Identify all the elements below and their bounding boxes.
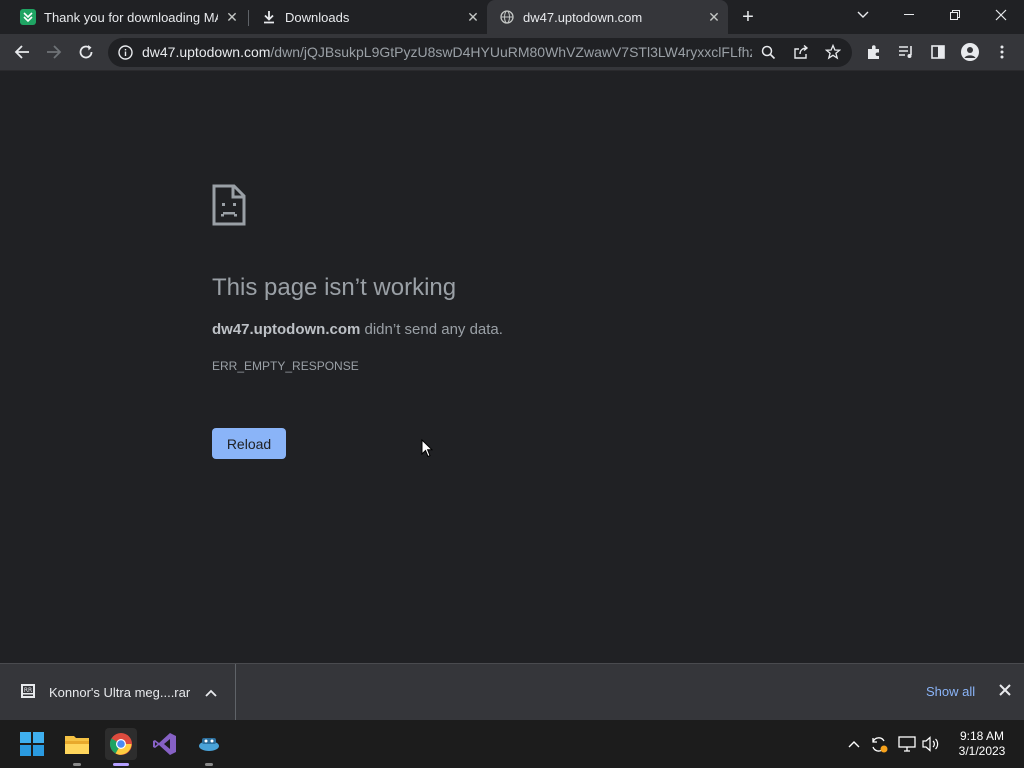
visual-studio-icon[interactable]	[149, 728, 181, 760]
tab-downloads[interactable]: Downloads ✕	[241, 0, 487, 34]
tab-title: Thank you for downloading MAS	[44, 9, 218, 25]
tab-search-chevron-icon[interactable]	[840, 0, 886, 30]
tray-chevron-up-icon[interactable]	[843, 734, 865, 754]
bookmark-star-icon[interactable]	[824, 43, 842, 65]
site-info-icon[interactable]	[118, 45, 133, 65]
download-item[interactable]: RR Konnor's Ultra meg....rar	[0, 664, 236, 720]
clock-date: 3/1/2023	[958, 744, 1006, 758]
close-icon[interactable]: ✕	[706, 9, 722, 25]
address-path: /dwn/jQJBsukpL9GtPyzU8swD4HYUuRM80WhVZwa…	[270, 44, 752, 60]
screen: Thank you for downloading MAS ✕ Download…	[0, 0, 1024, 768]
media-control-icon[interactable]	[892, 38, 920, 66]
side-panel-icon[interactable]	[924, 38, 952, 66]
error-title: This page isn’t working	[212, 274, 457, 301]
address-url[interactable]: dw47.uptodown.com/dwn/jQJBsukpL9GtPyzU8s…	[142, 44, 752, 60]
download-icon	[261, 9, 277, 25]
reload-button[interactable]: Reload	[212, 428, 286, 459]
taskbar: 9:18 AM 3/1/2023	[0, 720, 1024, 768]
window-close-icon[interactable]	[978, 0, 1024, 30]
back-arrow-icon[interactable]	[8, 38, 36, 66]
download-file-name: Konnor's Ultra meg....rar	[49, 685, 191, 700]
error-message: dw47.uptodown.com didn’t send any data.	[212, 321, 503, 338]
browser-toolbar: dw47.uptodown.com/dwn/jQJBsukpL9GtPyzU8s…	[0, 34, 1024, 71]
uptodown-favicon-icon	[20, 9, 36, 25]
address-bar[interactable]: dw47.uptodown.com/dwn/jQJBsukpL9GtPyzU8s…	[108, 38, 852, 67]
close-icon[interactable]	[998, 683, 1012, 702]
windows-start-icon[interactable]	[16, 728, 48, 760]
sync-alert-icon[interactable]	[868, 734, 890, 754]
error-host: dw47.uptodown.com	[212, 321, 361, 338]
mouse-cursor-icon	[421, 438, 434, 463]
app-icon[interactable]	[193, 728, 225, 766]
tab-thank-you[interactable]: Thank you for downloading MAS ✕	[0, 0, 246, 34]
network-icon[interactable]	[896, 734, 918, 754]
kebab-menu-icon[interactable]	[988, 38, 1016, 66]
tab-title: dw47.uptodown.com	[523, 9, 643, 25]
search-icon[interactable]	[761, 45, 776, 65]
error-page: This page isn’t working dw47.uptodown.co…	[0, 71, 1024, 663]
rar-file-icon: RR	[20, 683, 36, 704]
taskbar-indicator	[205, 763, 213, 766]
system-clock[interactable]: 9:18 AM 3/1/2023	[950, 729, 1014, 759]
address-host: dw47.uptodown.com	[142, 44, 271, 60]
tab-title: Downloads	[285, 9, 350, 25]
file-explorer-icon[interactable]	[61, 728, 93, 766]
error-message-text: didn’t send any data.	[360, 321, 503, 338]
sad-page-icon	[212, 184, 246, 231]
extensions-puzzle-icon[interactable]	[860, 38, 888, 66]
reload-icon[interactable]	[72, 38, 100, 66]
clock-time: 9:18 AM	[959, 729, 1005, 743]
error-code[interactable]: ERR_EMPTY_RESPONSE	[212, 359, 359, 373]
tab-strip: Thank you for downloading MAS ✕ Download…	[0, 0, 1024, 34]
chevron-up-icon[interactable]	[205, 684, 217, 702]
tab-dw47[interactable]: dw47.uptodown.com ✕	[487, 0, 728, 34]
close-icon[interactable]: ✕	[465, 9, 481, 25]
close-icon[interactable]: ✕	[224, 9, 240, 25]
show-all-link[interactable]: Show all	[926, 684, 975, 699]
share-icon[interactable]	[793, 44, 809, 65]
chrome-icon[interactable]	[105, 728, 137, 766]
taskbar-indicator	[73, 763, 81, 766]
new-tab-button[interactable]: +	[737, 6, 759, 28]
volume-icon[interactable]	[920, 734, 942, 754]
restore-icon[interactable]	[932, 0, 978, 30]
profile-avatar-icon[interactable]	[956, 38, 984, 66]
svg-text:RR: RR	[24, 687, 32, 694]
minimize-icon[interactable]	[886, 0, 932, 30]
globe-icon	[499, 9, 515, 25]
forward-arrow-icon[interactable]	[40, 38, 68, 66]
download-shelf: RR Konnor's Ultra meg....rar Show all	[0, 663, 1024, 720]
taskbar-active-indicator	[113, 763, 129, 766]
